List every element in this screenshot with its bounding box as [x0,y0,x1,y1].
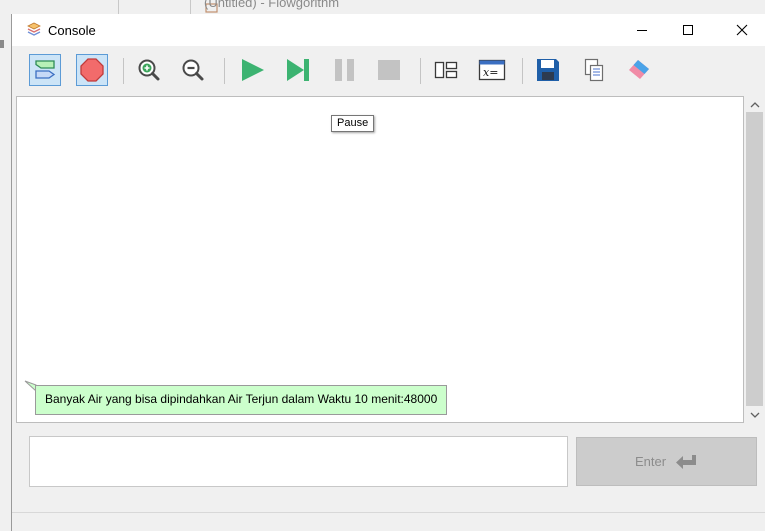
pause-tooltip: Pause [331,115,375,132]
pause-button[interactable] [329,54,361,86]
minimize-icon [637,30,647,31]
background-window-strip [0,0,765,14]
copy-icon [584,58,604,82]
chevron-down-icon [750,412,759,418]
zoom-out-icon [182,59,204,81]
zoom-in-icon [138,59,160,81]
toolbar-separator [123,58,124,84]
step-icon [287,59,309,81]
octagon-icon [80,58,104,82]
flowchart-shape-icon [35,60,56,79]
status-divider [12,512,765,513]
flowchart-mode-button[interactable] [29,54,61,86]
console-app-icon [26,21,42,42]
vertical-scrollbar[interactable] [744,96,765,423]
close-button[interactable] [719,14,765,46]
copy-button[interactable] [578,54,610,86]
scroll-down-button[interactable] [744,407,765,423]
toolbar: x= [12,46,765,94]
clear-button[interactable] [623,54,655,86]
variable-watch-button[interactable]: x= [476,54,508,86]
stop-button[interactable] [373,54,405,86]
toolbar-separator [224,58,225,84]
window-title: Console [48,23,96,38]
console-output-area[interactable] [16,96,744,423]
run-button[interactable] [236,54,268,86]
pause-icon [335,59,354,81]
chevron-up-icon [750,101,759,107]
enter-return-icon [676,454,697,469]
toolbar-separator [522,58,523,84]
zoom-out-button[interactable] [177,54,209,86]
console-input[interactable] [29,436,568,487]
background-window-edge-mark [0,40,4,48]
background-divider [190,0,191,14]
toolbar-separator [420,58,421,84]
output-line: Banyak Air yang bisa dipindahkan Air Ter… [35,385,448,415]
svg-text:x=: x= [483,66,498,79]
step-button[interactable] [282,54,314,86]
background-window-edge [0,14,11,531]
save-icon [537,59,559,81]
background-window-title: (Untitled) - Flowgorithm [204,0,340,10]
layout-button[interactable] [430,54,462,86]
save-button[interactable] [532,54,564,86]
maximize-icon [683,25,693,35]
background-divider [118,0,119,14]
enter-button[interactable]: Enter [576,437,757,486]
enter-button-label: Enter [634,454,667,469]
eraser-icon [629,60,649,79]
title-bar[interactable]: Console [12,14,765,46]
zoom-in-button[interactable] [133,54,165,86]
scroll-up-button[interactable] [744,96,765,112]
layout-icon [434,61,458,79]
stop-sign-mode-button[interactable] [76,54,108,86]
variable-icon: x= [478,59,506,81]
minimize-button[interactable] [619,14,665,46]
close-icon [736,24,748,36]
scrollbar-thumb[interactable] [746,112,763,406]
play-icon [242,59,264,81]
maximize-button[interactable] [665,14,711,46]
stop-icon [378,60,400,80]
